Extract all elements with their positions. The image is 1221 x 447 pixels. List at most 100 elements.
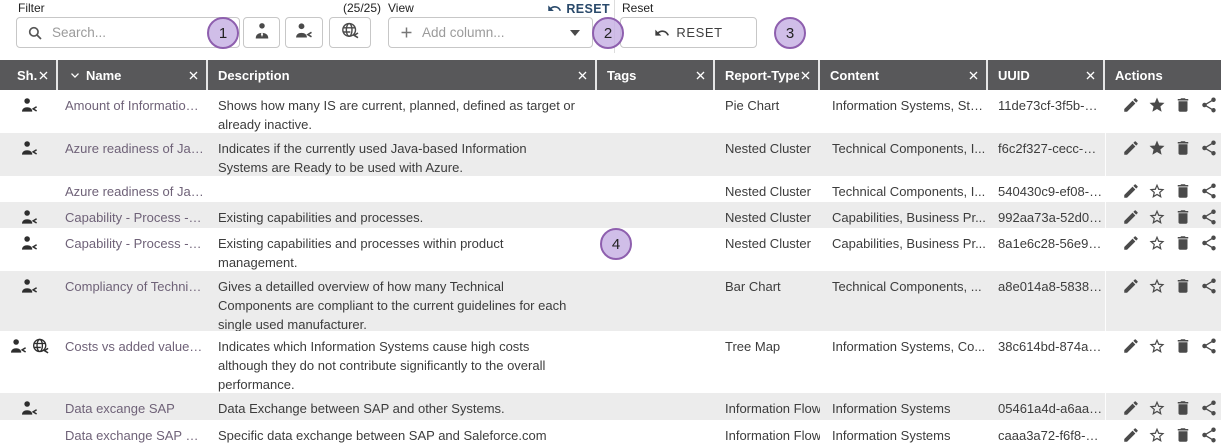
- person-share-filter-button[interactable]: [285, 17, 323, 48]
- column-header-sh[interactable]: Sh...: [0, 60, 58, 90]
- report-name-link[interactable]: Compliancy of Technical Co...: [65, 277, 204, 296]
- share-button[interactable]: [1200, 277, 1218, 295]
- edit-button[interactable]: [1122, 337, 1140, 355]
- report-description: [208, 176, 597, 202]
- share-button[interactable]: [1200, 139, 1218, 157]
- delete-button[interactable]: [1174, 426, 1192, 444]
- report-name-link[interactable]: Amount of Information Syst...: [65, 96, 204, 115]
- report-tags: [597, 420, 715, 447]
- column-header-description[interactable]: Description: [208, 60, 597, 90]
- report-table-view: Filter (25/25): [0, 0, 1221, 447]
- report-content: Capabilities, Business Pr...: [820, 228, 988, 271]
- share-button[interactable]: [1200, 399, 1218, 417]
- edit-button[interactable]: [1122, 234, 1140, 252]
- favorite-button[interactable]: [1148, 182, 1166, 200]
- report-name-link[interactable]: Data exchange SAP Saleforce: [65, 426, 204, 445]
- edit-button[interactable]: [1122, 182, 1140, 200]
- star-outline-icon: [1148, 182, 1166, 200]
- report-name-link[interactable]: Data excange SAP: [65, 399, 204, 418]
- favorite-button[interactable]: [1148, 96, 1166, 114]
- share-button[interactable]: [1200, 96, 1218, 114]
- report-description: Gives a detailled overview of how many T…: [208, 271, 597, 331]
- remove-column-content-icon[interactable]: [967, 69, 980, 82]
- delete-button[interactable]: [1174, 399, 1192, 417]
- column-header-label: Actions: [1115, 68, 1163, 83]
- share-button[interactable]: [1200, 234, 1218, 252]
- reset-button[interactable]: RESET: [620, 17, 757, 48]
- undo-icon: [654, 25, 670, 41]
- delete-button[interactable]: [1174, 182, 1192, 200]
- person-share-icon: [20, 234, 39, 258]
- report-name-link[interactable]: Azure readiness of Java bas...: [65, 139, 204, 158]
- report-tags: [597, 90, 715, 133]
- favorite-button[interactable]: [1148, 234, 1166, 252]
- edit-button[interactable]: [1122, 277, 1140, 295]
- remove-column-description-icon[interactable]: [576, 69, 589, 82]
- delete-button[interactable]: [1174, 139, 1192, 157]
- column-header-report-type[interactable]: Report-Type: [715, 60, 820, 90]
- view-reset-link[interactable]: RESET: [547, 1, 610, 16]
- report-name-link[interactable]: Capability - Process - Mappi...: [65, 208, 204, 227]
- pencil-icon: [1122, 182, 1140, 200]
- share-button[interactable]: [1200, 182, 1218, 200]
- report-uuid: 05461a4d-a6aa-4...: [988, 393, 1105, 420]
- share-button[interactable]: [1200, 337, 1218, 355]
- annotation-marker-1: 1: [207, 17, 239, 49]
- delete-button[interactable]: [1174, 208, 1192, 226]
- report-tags: [597, 133, 715, 176]
- share-button[interactable]: [1200, 208, 1218, 226]
- edit-button[interactable]: [1122, 139, 1140, 157]
- table-row: Capability - Process - Mappi...Existing …: [0, 202, 1221, 228]
- report-description: Indicates which Information Systems caus…: [208, 331, 597, 393]
- report-description: Existing capabilities and processes with…: [208, 228, 597, 271]
- column-header-tags[interactable]: Tags: [597, 60, 715, 90]
- column-header-actions[interactable]: Actions: [1105, 60, 1221, 90]
- remove-column-tags-icon[interactable]: [694, 69, 707, 82]
- globe-share-icon: [340, 21, 360, 44]
- favorite-button[interactable]: [1148, 426, 1166, 444]
- report-content: Information Systems, Co...: [820, 331, 988, 393]
- table-row: Compliancy of Technical Co...Gives a det…: [0, 271, 1221, 331]
- favorite-button[interactable]: [1148, 139, 1166, 157]
- favorite-button[interactable]: [1148, 208, 1166, 226]
- report-shared-cell: [0, 271, 58, 331]
- report-name-link[interactable]: Azure readiness of Java bas...: [65, 182, 204, 201]
- remove-column-uuid-icon[interactable]: [1084, 69, 1097, 82]
- report-name-link[interactable]: Costs vs added value of Info...: [65, 337, 204, 356]
- column-header-uuid[interactable]: UUID: [988, 60, 1105, 90]
- globe-share-filter-button[interactable]: [329, 17, 371, 48]
- share-button[interactable]: [1200, 426, 1218, 444]
- edit-button[interactable]: [1122, 208, 1140, 226]
- delete-button[interactable]: [1174, 96, 1192, 114]
- report-shared-cell: [0, 228, 58, 271]
- remove-column-sh-icon[interactable]: [37, 69, 50, 82]
- delete-button[interactable]: [1174, 234, 1192, 252]
- column-header-content[interactable]: Content: [820, 60, 988, 90]
- report-uuid: 8a1e6c28-56e9-4...: [988, 228, 1105, 271]
- reset-section-label: Reset: [622, 1, 653, 15]
- remove-column-name-icon[interactable]: [187, 69, 200, 82]
- pencil-icon: [1122, 234, 1140, 252]
- report-name-link[interactable]: Capability - Process - Mappi...: [65, 234, 204, 253]
- edit-button[interactable]: [1122, 96, 1140, 114]
- edit-button[interactable]: [1122, 426, 1140, 444]
- person-filter-button[interactable]: [243, 17, 280, 48]
- column-header-name[interactable]: Name: [58, 60, 208, 90]
- pencil-icon: [1122, 139, 1140, 157]
- favorite-button[interactable]: [1148, 277, 1166, 295]
- column-header-label: Name: [86, 68, 121, 83]
- delete-button[interactable]: [1174, 337, 1192, 355]
- edit-button[interactable]: [1122, 399, 1140, 417]
- favorite-button[interactable]: [1148, 399, 1166, 417]
- share-icon: [1200, 139, 1218, 157]
- add-column-dropdown[interactable]: Add column...: [388, 17, 593, 48]
- delete-button[interactable]: [1174, 277, 1192, 295]
- share-icon: [1200, 426, 1218, 444]
- report-actions-cell: [1105, 90, 1221, 133]
- share-icon: [1200, 96, 1218, 114]
- report-tags: [597, 271, 715, 331]
- star-outline-icon: [1148, 208, 1166, 226]
- remove-column-report-type-icon[interactable]: [799, 69, 812, 82]
- report-type: Bar Chart: [715, 271, 820, 331]
- favorite-button[interactable]: [1148, 337, 1166, 355]
